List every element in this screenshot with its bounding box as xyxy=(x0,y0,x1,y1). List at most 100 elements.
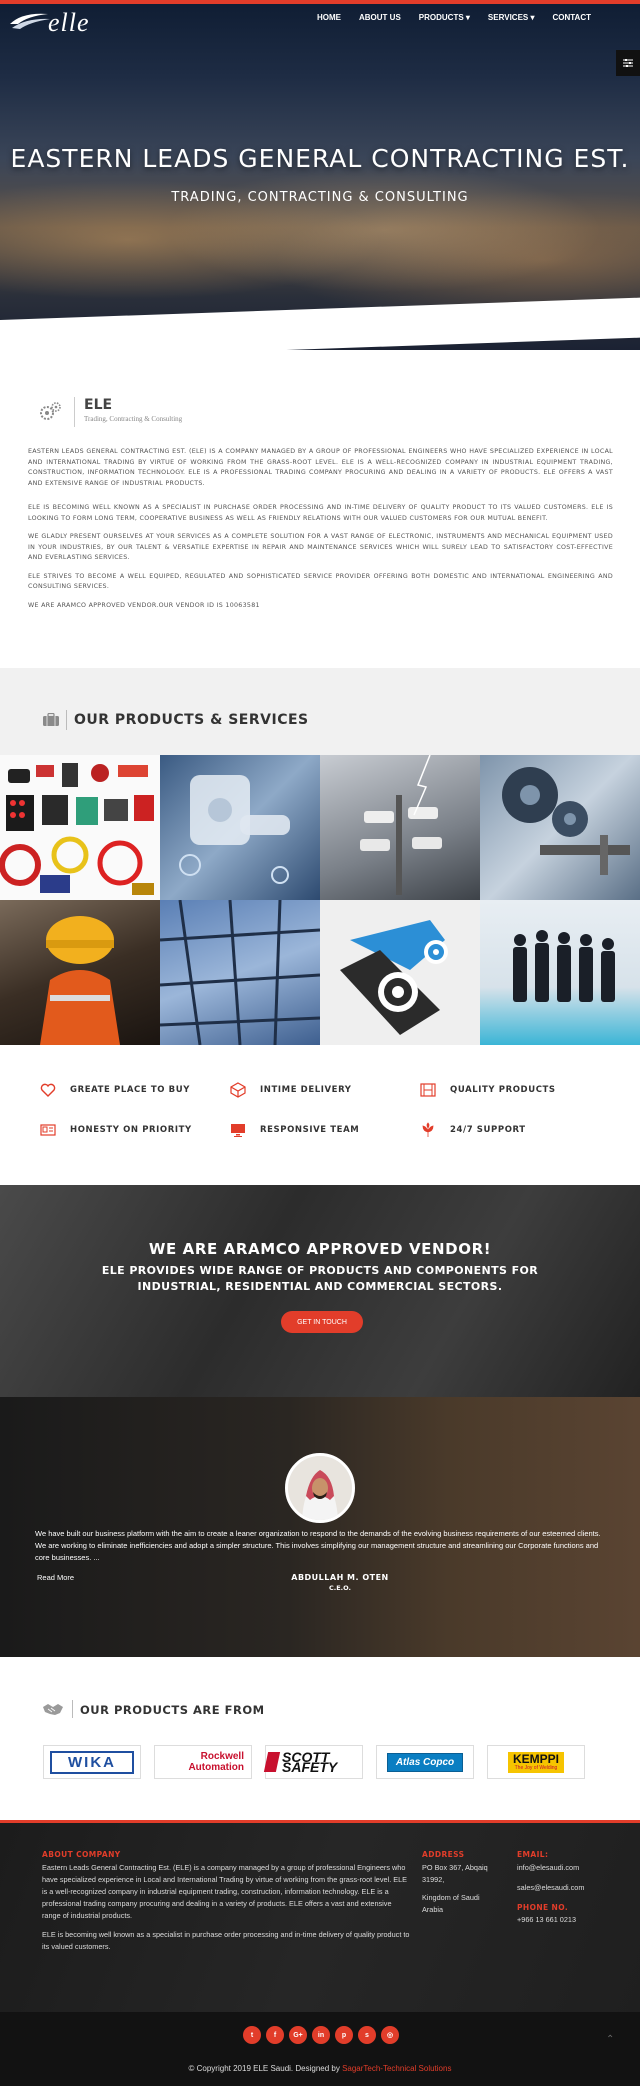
wika-logo: WIKA xyxy=(50,1750,134,1774)
product-tile-mechanical[interactable] xyxy=(480,755,640,900)
top-accent-bar xyxy=(0,0,640,4)
nav-services[interactable]: SERVICES ▾ xyxy=(479,13,544,22)
footer-bottom-bar xyxy=(0,2012,640,2086)
brand-logos: WIKA Rockwell Automation SCOTT SAFETY At… xyxy=(43,1745,585,1779)
ceo-portrait-image xyxy=(288,1456,352,1520)
about-tagline: Trading, Contracting & Consulting xyxy=(84,415,183,423)
product-tile-services[interactable] xyxy=(320,900,480,1045)
product-tile-cctv[interactable] xyxy=(320,755,480,900)
pinterest-icon[interactable]: p xyxy=(335,2026,353,2044)
brands-divider xyxy=(72,1700,73,1718)
brands-title: OUR PRODUCTS ARE FROM xyxy=(80,1703,265,1717)
footer-address-line: Arabia xyxy=(422,1905,444,1914)
dribbble-icon[interactable]: ◎ xyxy=(381,2026,399,2044)
product-tile-construction[interactable] xyxy=(160,900,320,1045)
feature-label: GREATE PLACE TO BUY xyxy=(70,1085,190,1095)
footer-address-line: Kingdom of Saudi xyxy=(422,1893,480,1902)
footer-email-info[interactable]: info@elesaudi.com xyxy=(517,1862,579,1874)
feature-quality-products: QUALITY PRODUCTS xyxy=(420,1082,610,1098)
about-divider xyxy=(74,397,75,427)
products-gallery xyxy=(0,755,640,1045)
footer-about-text: Eastern Leads General Contracting Est. (… xyxy=(42,1863,408,1920)
logo-swoosh-icon xyxy=(10,13,50,29)
scott-logo: SCOTT SAFETY xyxy=(263,1750,362,1774)
about-section: ELE Trading, Contracting & Consulting Ea… xyxy=(28,395,613,611)
copyright-text: © Copyright 2019 ELE Saudi. Designed by xyxy=(188,2064,343,2073)
product-tile-electrical[interactable] xyxy=(0,755,160,900)
about-paragraph-5: We are Aramco Approved Vendor.Our Vendor… xyxy=(28,601,260,609)
feature-label: INTIME DELIVERY xyxy=(260,1085,352,1095)
footer-email-heading: EMAIL: xyxy=(517,1850,549,1859)
sliders-icon xyxy=(623,59,633,67)
feature-honesty: HONESTY ON PRIORITY xyxy=(40,1122,230,1138)
feature-intime-delivery: INTIME DELIVERY xyxy=(230,1082,420,1098)
ceo-quote: We have built our business platform with… xyxy=(35,1529,601,1562)
gears-icon xyxy=(40,402,61,420)
brand-scott[interactable]: SCOTT SAFETY xyxy=(263,1745,363,1779)
hero-title: EASTERN LEADS GENERAL CONTRACTING EST. xyxy=(10,144,630,173)
ceo-avatar xyxy=(285,1453,355,1523)
atlas-copco-logo: Atlas Copco xyxy=(386,1752,464,1772)
linkedin-icon[interactable]: in xyxy=(312,2026,330,2044)
settings-toggle-button[interactable] xyxy=(616,50,640,76)
footer-email-sales[interactable]: sales@elesaudi.com xyxy=(517,1882,584,1894)
ceo-role: C.E.O. xyxy=(328,1584,351,1592)
business-team-image xyxy=(513,930,615,1002)
product-tile-team[interactable] xyxy=(480,900,640,1045)
facebook-icon[interactable]: f xyxy=(266,2026,284,2044)
nav-contact[interactable]: CONTACT xyxy=(543,13,600,22)
robotic-arm-image xyxy=(179,775,290,884)
products-title: OUR PRODUCTS & SERVICES xyxy=(74,712,309,728)
nav-products[interactable]: PRODUCTS ▾ xyxy=(410,13,479,22)
feature-responsive-team: RESPONSIVE TEAM xyxy=(230,1122,420,1138)
google-plus-icon[interactable]: G+ xyxy=(289,2026,307,2044)
skype-icon[interactable]: s xyxy=(358,2026,376,2044)
footer-phone-heading: PHONE NO. xyxy=(517,1903,569,1912)
vendor-subtitle: ELE PROVIDES WIDE RANGE OF PRODUCTS AND … xyxy=(101,1264,539,1293)
footer-accent-line xyxy=(0,1820,640,1823)
safety-worker-image xyxy=(40,916,120,1045)
product-tile-automation[interactable] xyxy=(160,755,320,900)
leaf-icon xyxy=(422,1122,434,1137)
main-nav: HOME ABOUT US PRODUCTS ▾ SERVICES ▾ CONT… xyxy=(308,13,600,22)
footer-address-line: 31992, xyxy=(422,1875,445,1884)
hero-banner xyxy=(0,0,640,350)
footer-address-heading: ADDRESS xyxy=(422,1850,465,1859)
brand-rockwell[interactable]: Rockwell Automation xyxy=(154,1745,252,1779)
copyright: © Copyright 2019 ELE Saudi. Designed by … xyxy=(0,2064,640,2073)
feature-label: RESPONSIVE TEAM xyxy=(260,1125,360,1135)
about-title: ELE xyxy=(84,397,113,413)
about-paragraph-4: ELE strives to become a well equiped, re… xyxy=(28,572,613,591)
feature-label: HONESTY ON PRIORITY xyxy=(70,1125,192,1135)
nav-about[interactable]: ABOUT US xyxy=(350,13,410,22)
get-in-touch-button[interactable]: GET IN TOUCH xyxy=(281,1311,363,1333)
cube-icon xyxy=(230,1082,246,1098)
product-tile-safety[interactable] xyxy=(0,900,160,1045)
monitor-icon xyxy=(231,1124,245,1137)
site-logo[interactable]: elle xyxy=(8,6,120,37)
handshake-gears-image xyxy=(340,920,448,1035)
feature-great-place: GREATE PLACE TO BUY xyxy=(40,1082,230,1098)
brand-atlas-copco[interactable]: Atlas Copco xyxy=(376,1745,474,1779)
nav-home[interactable]: HOME xyxy=(308,13,350,22)
designer-link[interactable]: SagarTech-Technical Solutions xyxy=(342,2064,451,2073)
about-heading: ELE Trading, Contracting & Consulting xyxy=(38,395,613,435)
film-icon xyxy=(420,1083,436,1097)
briefcase-icon xyxy=(43,713,59,726)
cctv-cameras-image xyxy=(360,755,442,895)
logo-text: elle xyxy=(48,8,90,37)
back-to-top-icon[interactable]: ⌃ xyxy=(606,2034,614,2045)
brand-wika[interactable]: WIKA xyxy=(43,1745,141,1779)
feature-label: 24/7 SUPPORT xyxy=(450,1125,526,1135)
vendor-title: WE ARE ARAMCO APPROVED VENDOR! xyxy=(148,1240,492,1258)
twitter-icon[interactable]: t xyxy=(243,2026,261,2044)
ceo-name: ABDULLAH M. OTEN xyxy=(291,1573,389,1582)
about-paragraph-1: Eastern Leads General Contracting Est. (… xyxy=(28,448,613,487)
footer-about-heading: ABOUT COMPANY xyxy=(42,1850,121,1859)
brand-kemppi[interactable]: KEMPPI The Joy of Welding xyxy=(487,1745,585,1779)
id-card-icon xyxy=(40,1124,56,1136)
features-list: GREATE PLACE TO BUY INTIME DELIVERY QUAL… xyxy=(40,1082,600,1138)
footer-phone[interactable]: +966 13 661 0213 xyxy=(517,1914,576,1926)
kemppi-logo: KEMPPI The Joy of Welding xyxy=(507,1751,564,1773)
read-more-link[interactable]: Read More xyxy=(37,1573,74,1582)
